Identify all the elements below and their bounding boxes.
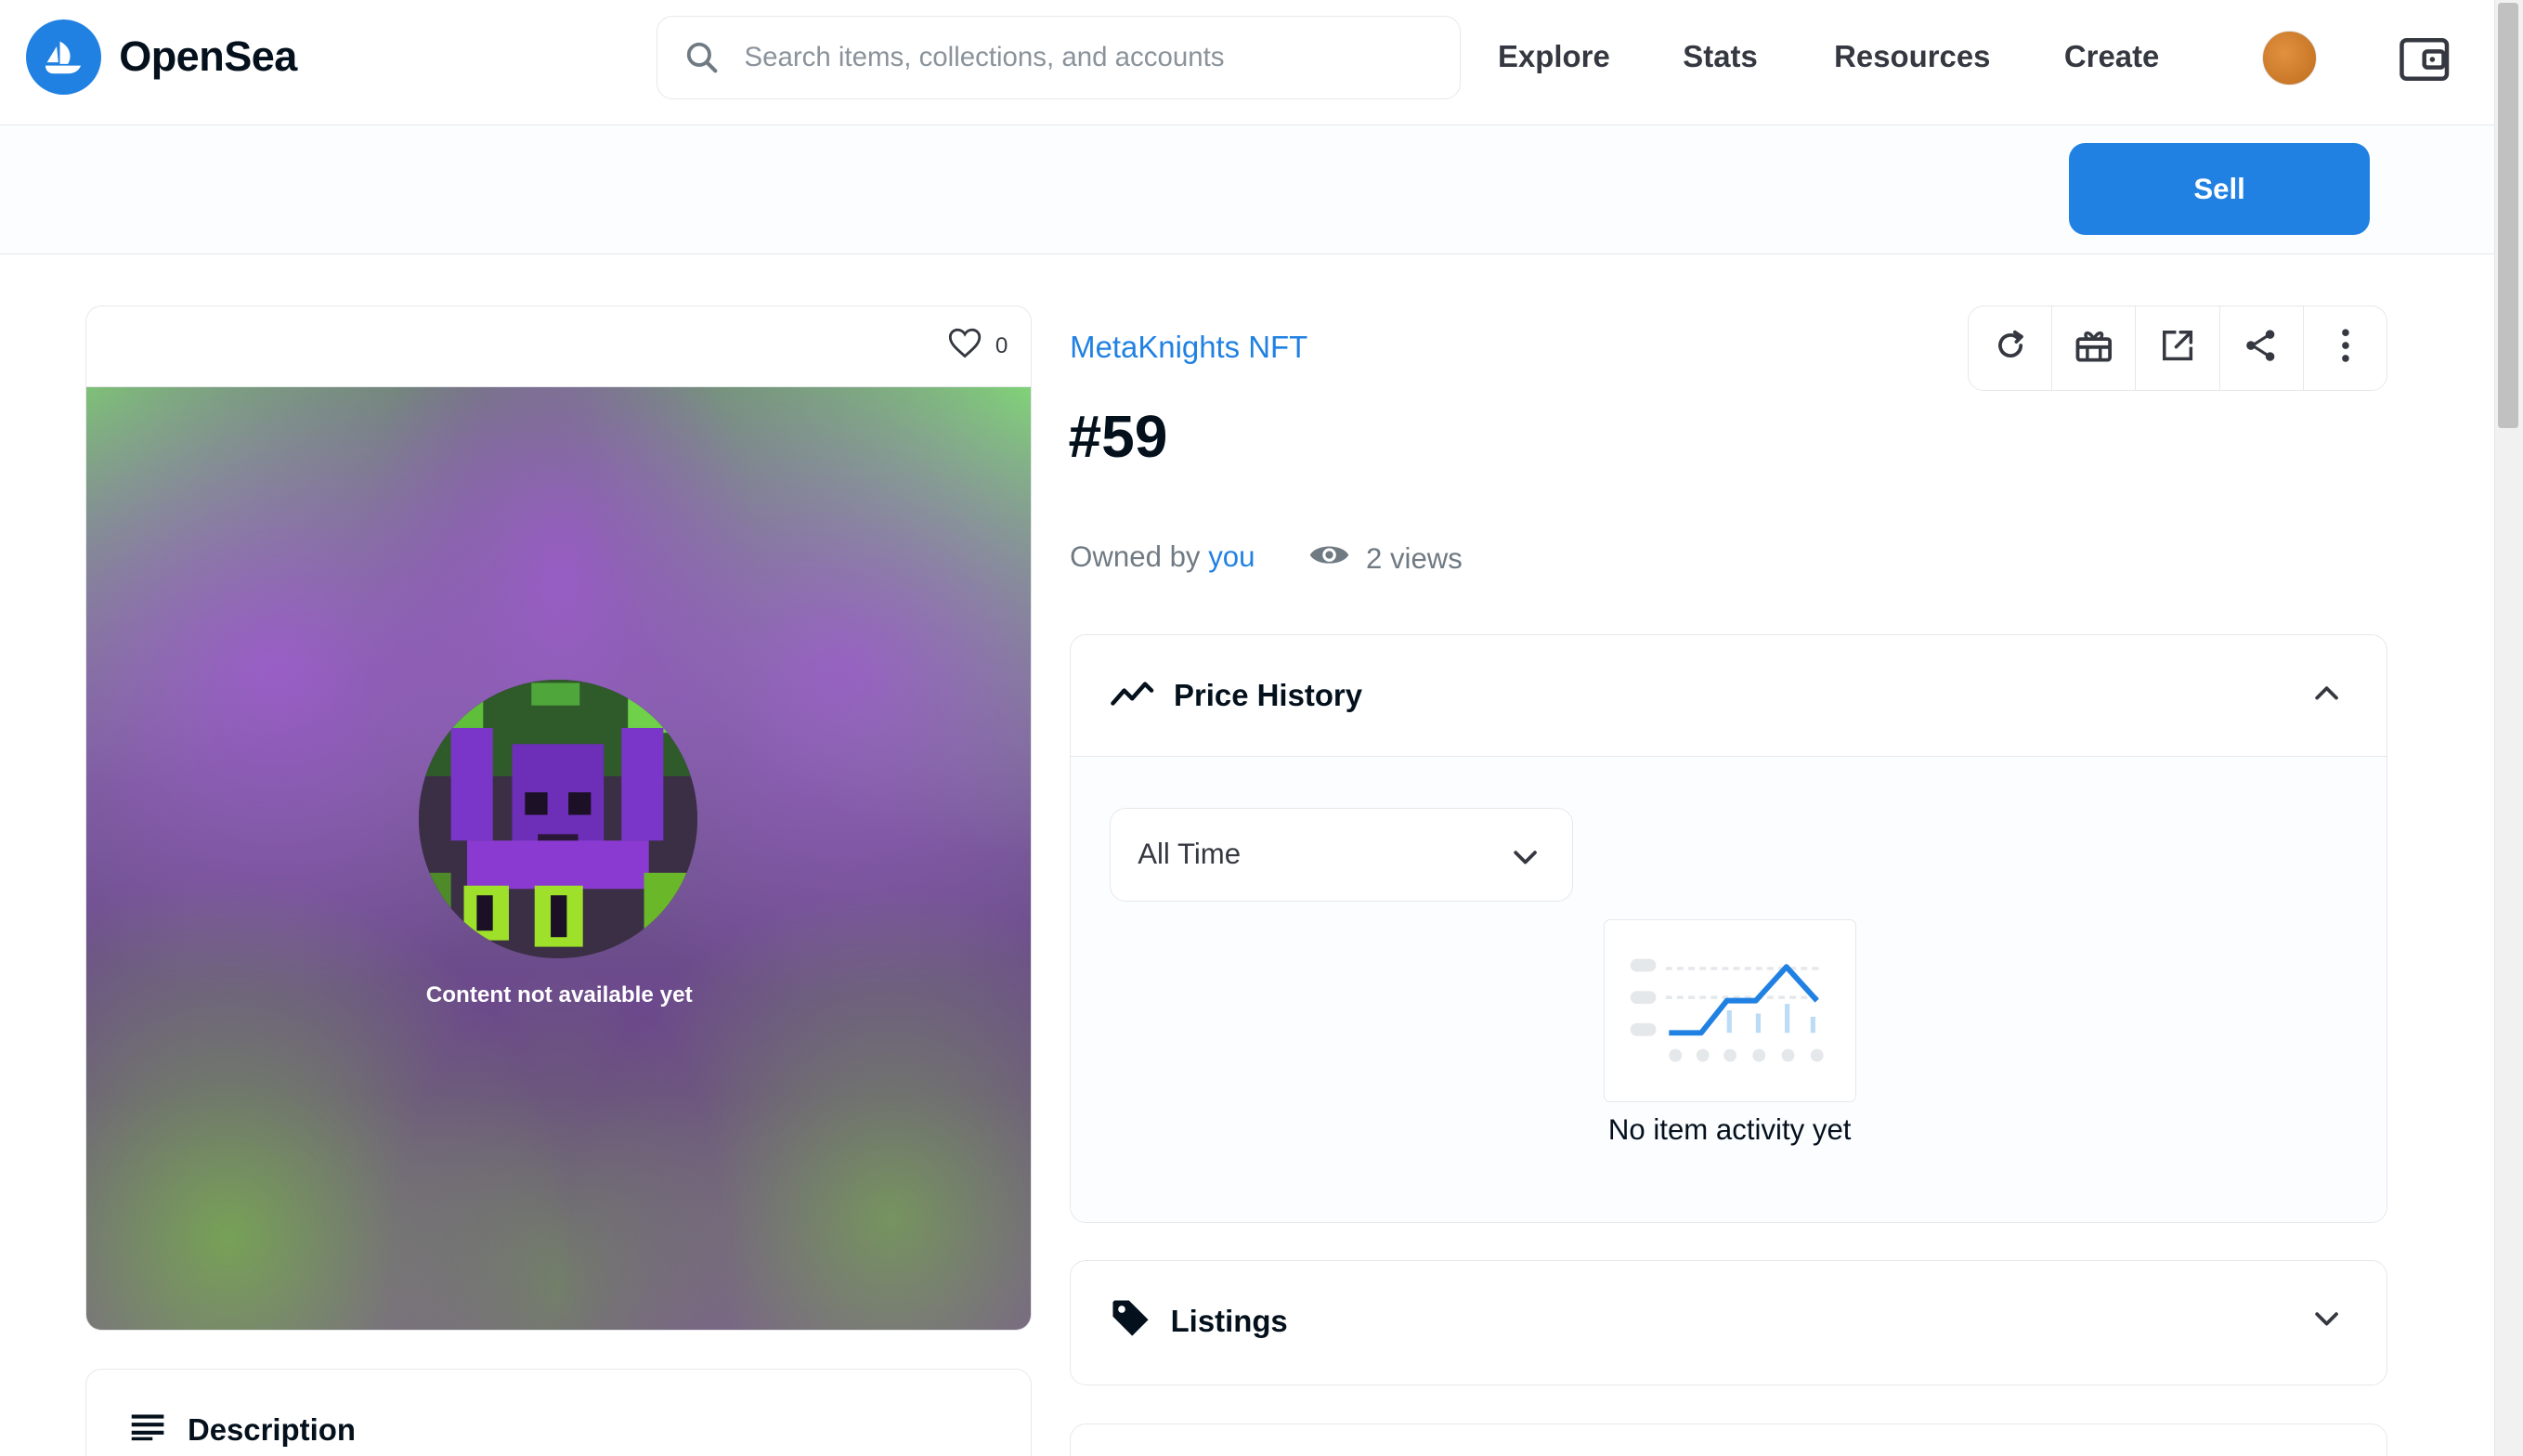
- nav-stats[interactable]: Stats: [1683, 39, 1757, 74]
- nft-preview-image: [419, 680, 698, 958]
- listings-header[interactable]: Listings: [1071, 1261, 2386, 1382]
- gift-icon: [2074, 328, 2113, 370]
- favorite-button[interactable]: 0: [947, 327, 1008, 366]
- brand-logo[interactable]: OpenSea: [25, 19, 297, 96]
- media-card-header: 0: [85, 306, 1031, 387]
- views-text: 2 views: [1365, 541, 1463, 575]
- owner-action-bar: Sell: [0, 125, 2494, 254]
- nft-media[interactable]: Content not available yet: [85, 386, 1031, 1330]
- chevron-down-icon[interactable]: [2312, 1306, 2341, 1335]
- collection-link[interactable]: MetaKnights NFT: [1070, 330, 1307, 365]
- more-options-button[interactable]: [2304, 306, 2386, 390]
- search-input[interactable]: [744, 42, 1421, 74]
- empty-chart-illustration: [1603, 918, 1856, 1103]
- media-card: 0 Content not available yet: [85, 306, 1032, 1331]
- favorite-count: 0: [995, 332, 1008, 358]
- open-external-button[interactable]: [2136, 306, 2220, 390]
- view-count: 2 views: [1308, 540, 1463, 577]
- item-title: #59: [1068, 403, 1168, 471]
- tag-icon: [1110, 1297, 1151, 1346]
- trend-line-icon: [1110, 676, 1155, 715]
- item-action-toolbar: [1967, 306, 2388, 391]
- nav-resources[interactable]: Resources: [1834, 39, 1990, 74]
- heart-icon: [947, 327, 982, 366]
- list-lines-icon: [130, 1411, 165, 1448]
- more-vertical-icon: [2339, 328, 2352, 370]
- chevron-up-icon[interactable]: [2312, 680, 2341, 709]
- owner-link[interactable]: you: [1208, 540, 1255, 574]
- eye-icon: [1308, 540, 1350, 577]
- price-history-body: All Time No item activity yet: [1071, 755, 2387, 1222]
- next-panel-partial[interactable]: [1070, 1424, 2388, 1456]
- external-link-icon: [2160, 328, 2195, 370]
- description-panel[interactable]: Description: [85, 1369, 1032, 1456]
- listings-title: Listings: [1170, 1303, 1288, 1338]
- share-icon: [2243, 328, 2279, 370]
- share-button[interactable]: [2220, 306, 2304, 390]
- no-activity-text: No item activity yet: [1607, 1113, 1852, 1147]
- nav-explore[interactable]: Explore: [1498, 39, 1610, 74]
- price-history-title: Price History: [1174, 677, 1363, 712]
- content-unavailable-note: Content not available yet: [425, 982, 693, 1008]
- page-root: OpenSea Explore Stats Resources Create S…: [0, 0, 2523, 1456]
- listings-panel[interactable]: Listings: [1070, 1259, 2388, 1385]
- search-icon: [683, 39, 722, 78]
- sell-button[interactable]: Sell: [2069, 143, 2371, 235]
- page-scrollbar[interactable]: [2493, 0, 2523, 1456]
- profile-avatar[interactable]: [2262, 30, 2317, 85]
- owner-info: Owned by you: [1070, 540, 1255, 574]
- search-bar[interactable]: [656, 16, 1462, 100]
- price-history-panel: Price History All Time No item activity …: [1070, 633, 2388, 1223]
- description-header[interactable]: Description: [130, 1411, 356, 1448]
- brand-name: OpenSea: [119, 32, 297, 81]
- opensea-logo-icon: [25, 19, 102, 96]
- nav-create[interactable]: Create: [2064, 39, 2159, 74]
- refresh-icon: [1993, 328, 2028, 370]
- description-title: Description: [187, 1412, 356, 1448]
- time-range-value: All Time: [1138, 838, 1242, 871]
- wallet-icon[interactable]: [2398, 32, 2452, 87]
- price-history-header[interactable]: Price History: [1071, 635, 2386, 756]
- refresh-metadata-button[interactable]: [1969, 306, 2053, 390]
- chevron-down-icon: [1511, 841, 1540, 875]
- top-nav-bar: OpenSea Explore Stats Resources Create: [0, 0, 2494, 126]
- scrollbar-thumb[interactable]: [2497, 3, 2519, 428]
- owned-by-label: Owned by: [1070, 540, 1201, 574]
- time-range-select[interactable]: All Time: [1109, 808, 1573, 902]
- transfer-button[interactable]: [2052, 306, 2137, 390]
